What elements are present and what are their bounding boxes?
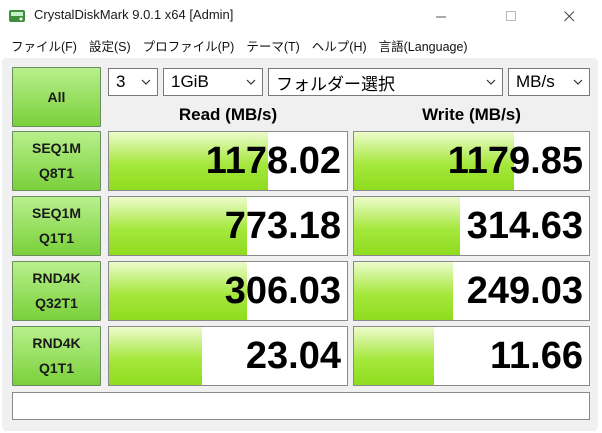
menu-theme[interactable]: テーマ(T) <box>240 36 305 55</box>
menu-profile[interactable]: プロファイル(P) <box>137 36 241 55</box>
write-result-value: 1179.85 <box>447 140 583 182</box>
chevron-down-icon <box>573 79 583 85</box>
read-result-value: 773.18 <box>224 205 341 247</box>
write-score-bar <box>354 327 434 385</box>
test-count-value: 3 <box>116 72 126 91</box>
menu-bar: ファイル(F) 設定(S) プロファイル(P) テーマ(T) ヘルプ(H) 言語… <box>0 33 602 57</box>
chevron-down-icon <box>486 79 496 85</box>
write-result-cell: 1179.85 <box>353 131 590 191</box>
comment-field[interactable] <box>12 392 590 420</box>
menu-settings[interactable]: 設定(S) <box>83 36 137 55</box>
test-label-line1: RND4K <box>32 335 81 351</box>
write-score-bar <box>354 262 453 320</box>
test-label-line1: SEQ1M <box>31 140 81 156</box>
test-label-line2: Q32T1 <box>35 295 78 311</box>
chevron-down-icon <box>246 79 256 85</box>
test-button-seq1m-q1t1[interactable]: SEQ1M Q1T1 <box>12 196 101 256</box>
test-size-select[interactable]: 1GiB <box>163 68 263 96</box>
menu-language[interactable]: 言語(Language) <box>373 36 474 55</box>
window-title: CrystalDiskMark 9.0.1 x64 [Admin] <box>34 7 234 22</box>
close-button[interactable] <box>546 0 592 32</box>
test-size-value: 1GiB <box>171 72 209 91</box>
test-label-line2: Q1T1 <box>38 360 74 376</box>
all-button[interactable]: All <box>12 67 101 127</box>
unit-value: MB/s <box>516 72 555 91</box>
target-drive-select[interactable]: フォルダー選択 <box>268 68 503 96</box>
read-result-cell: 1178.02 <box>108 131 348 191</box>
test-label-line2: Q1T1 <box>38 230 74 246</box>
maximize-button[interactable] <box>488 0 534 32</box>
read-result-value: 306.03 <box>224 270 341 312</box>
chevron-down-icon <box>141 79 151 85</box>
write-result-value: 11.66 <box>490 335 583 377</box>
test-button-rnd4k-q32t1[interactable]: RND4K Q32T1 <box>12 261 101 321</box>
write-column-header: Write (MB/s) <box>422 105 521 124</box>
minimize-button[interactable] <box>418 0 464 32</box>
write-score-bar <box>354 197 460 255</box>
write-result-value: 249.03 <box>466 270 583 312</box>
write-result-cell: 314.63 <box>353 196 590 256</box>
maximize-icon <box>505 10 516 21</box>
read-result-value: 23.04 <box>245 335 341 377</box>
read-result-value: 1178.02 <box>205 140 341 182</box>
menu-file[interactable]: ファイル(F) <box>5 36 83 55</box>
write-result-value: 314.63 <box>466 205 583 247</box>
read-column-header: Read (MB/s) <box>178 105 278 124</box>
read-result-cell: 23.04 <box>108 326 348 386</box>
title-bar: CrystalDiskMark 9.0.1 x64 [Admin] <box>0 0 602 32</box>
test-label-line1: RND4K <box>32 270 81 286</box>
close-icon <box>563 10 574 21</box>
test-button-seq1m-q8t1[interactable]: SEQ1M Q8T1 <box>12 131 101 191</box>
read-score-bar <box>109 327 202 385</box>
main-panel: All 3 1GiB フォルダー選択 MB/s Read (MB/s) Writ… <box>2 58 598 431</box>
menu-help[interactable]: ヘルプ(H) <box>306 36 373 55</box>
unit-select[interactable]: MB/s <box>508 68 590 96</box>
read-result-cell: 306.03 <box>108 261 348 321</box>
test-label-line1: SEQ1M <box>31 205 81 221</box>
target-drive-value: フォルダー選択 <box>276 74 395 94</box>
test-count-select[interactable]: 3 <box>108 68 158 96</box>
read-result-cell: 773.18 <box>108 196 348 256</box>
test-label-line2: Q8T1 <box>38 165 74 181</box>
write-result-cell: 249.03 <box>353 261 590 321</box>
test-button-rnd4k-q1t1[interactable]: RND4K Q1T1 <box>12 326 101 386</box>
app-disk-icon <box>9 10 25 22</box>
minimize-icon <box>435 16 446 17</box>
write-result-cell: 11.66 <box>353 326 590 386</box>
